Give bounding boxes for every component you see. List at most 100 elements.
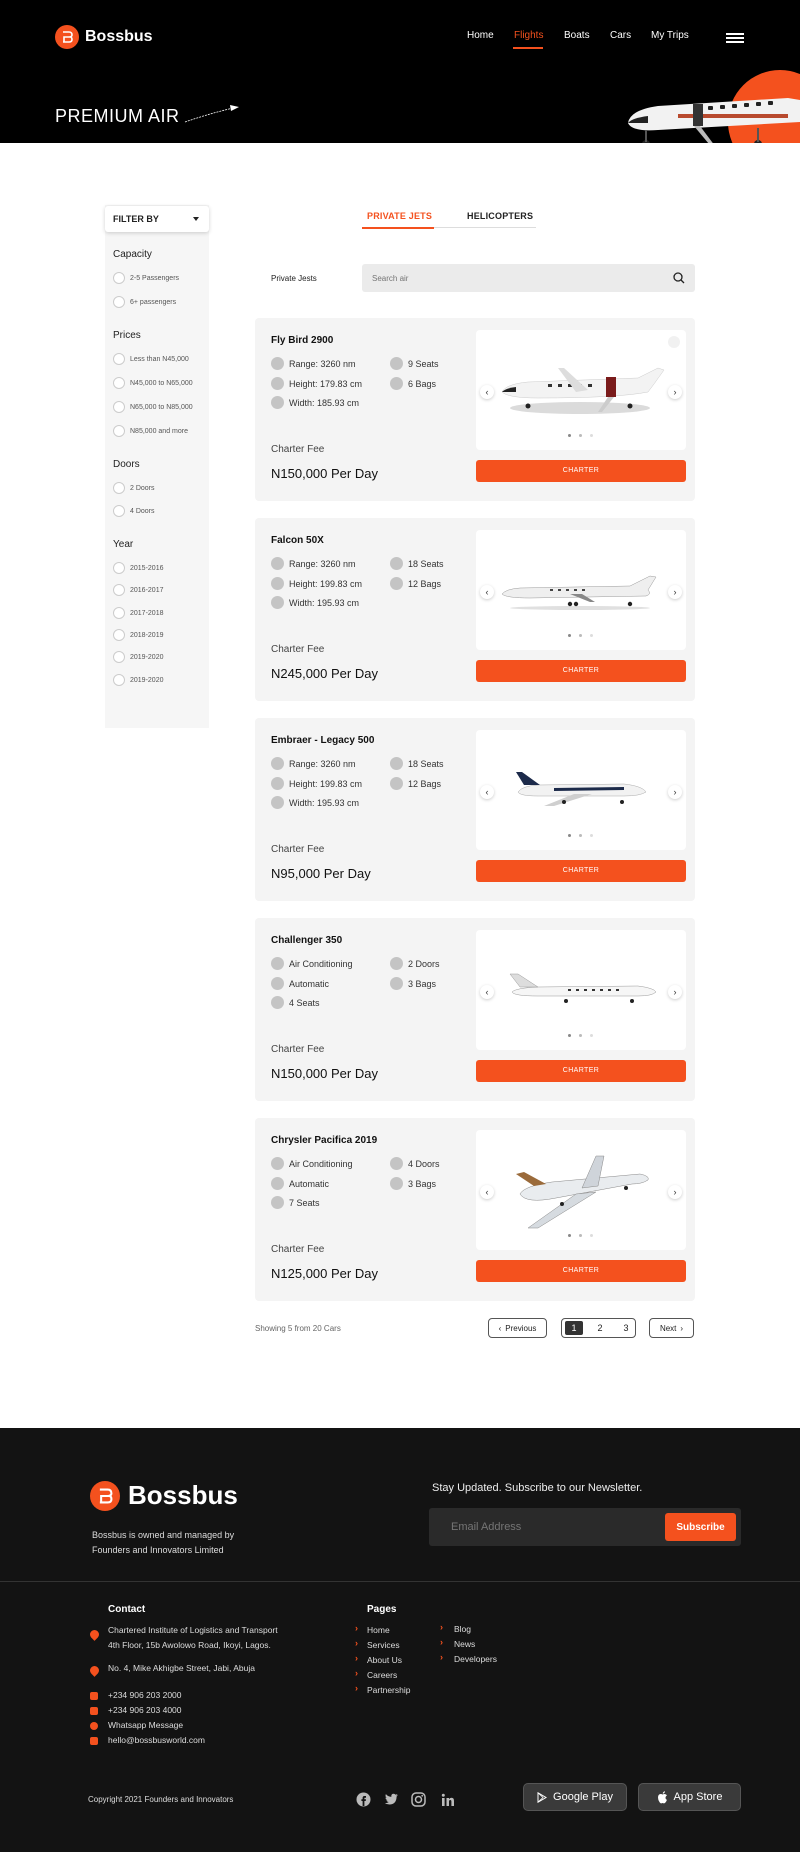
charter-button[interactable]: CHARTER [476, 460, 686, 482]
filter-option[interactable]: N65,000 to N85,000 [113, 401, 193, 413]
email-field[interactable] [451, 1518, 631, 1536]
filter-option[interactable]: 2016-2017 [113, 584, 163, 596]
tab-helicopters[interactable]: HELICOPTERS [467, 211, 533, 221]
chevron-right-icon: › [680, 1323, 684, 1333]
footer-link-developers[interactable]: Developers [454, 1654, 497, 1664]
radio-button[interactable] [113, 562, 125, 574]
subscribe-button[interactable]: Subscribe [665, 1513, 736, 1541]
site-header: Bossbus Home Flights Boats Cars My Trips… [0, 0, 800, 143]
carousel-next-icon[interactable]: › [668, 585, 682, 599]
radio-button[interactable] [113, 629, 125, 641]
brand-logo[interactable]: Bossbus [55, 25, 153, 49]
fee-label: Charter Fee [271, 1044, 325, 1055]
previous-page-button[interactable]: ‹ Previous [488, 1318, 547, 1338]
instagram-icon[interactable] [411, 1792, 426, 1807]
filter-option[interactable]: 2015-2016 [113, 562, 163, 574]
charter-button[interactable]: CHARTER [476, 860, 686, 882]
filter-heading-prices: Prices [113, 330, 141, 341]
fee-label: Charter Fee [271, 1244, 325, 1255]
carousel-prev-icon[interactable]: ‹ [480, 785, 494, 799]
footer-link-news[interactable]: News [454, 1639, 475, 1649]
radio-button[interactable] [113, 353, 125, 365]
carousel-next-icon[interactable]: › [668, 985, 682, 999]
filter-by-dropdown[interactable]: FILTER BY [105, 206, 209, 232]
filter-option[interactable]: 2018-2019 [113, 629, 163, 641]
carousel-prev-icon[interactable]: ‹ [480, 1185, 494, 1199]
nav-cars[interactable]: Cars [610, 30, 631, 41]
menu-icon[interactable] [726, 33, 744, 43]
filter-option[interactable]: 2019-2020 [113, 651, 163, 663]
twitter-icon[interactable] [384, 1792, 399, 1807]
filter-option[interactable]: N45,000 to N65,000 [113, 377, 193, 389]
footer-link-about[interactable]: About Us [367, 1655, 402, 1665]
feature-icon [271, 577, 284, 590]
footer-link-careers[interactable]: Careers [367, 1670, 397, 1680]
carousel-next-icon[interactable]: › [668, 785, 682, 799]
filter-option[interactable]: 4 Doors [113, 505, 155, 517]
page-number[interactable]: 2 [591, 1321, 609, 1335]
phone-1[interactable]: +234 906 203 2000 [108, 1688, 182, 1703]
footer-brand[interactable]: Bossbus [90, 1480, 238, 1511]
page-number[interactable]: 1 [565, 1321, 583, 1335]
filter-option[interactable]: 2019-2020 [113, 674, 163, 686]
footer-link-services[interactable]: Services [367, 1640, 400, 1650]
filter-option[interactable]: Less than N45,000 [113, 353, 189, 365]
charter-button[interactable]: CHARTER [476, 660, 686, 682]
feature-icon [271, 996, 284, 1009]
seat-icon [390, 757, 403, 770]
email-link[interactable]: hello@bossbusworld.com [108, 1733, 205, 1748]
facebook-icon[interactable] [356, 1792, 371, 1807]
paper-plane-trail-icon [184, 105, 239, 123]
carousel-dots [568, 1234, 593, 1237]
filter-option[interactable]: 2-5 Passengers [113, 272, 179, 284]
filter-option[interactable]: 2017-2018 [113, 607, 163, 619]
footer-link-partnership[interactable]: Partnership [367, 1685, 410, 1695]
filter-option[interactable]: 2 Doors [113, 482, 155, 494]
listing-feature: 2 Doors [390, 957, 440, 970]
nav-home[interactable]: Home [467, 30, 494, 41]
radio-button[interactable] [113, 651, 125, 663]
radio-button[interactable] [113, 272, 125, 284]
next-page-button[interactable]: Next › [649, 1318, 694, 1338]
footer-divider [0, 1581, 800, 1582]
linkedin-icon[interactable] [440, 1792, 455, 1807]
nav-flights[interactable]: Flights [514, 30, 543, 41]
feature-icon [271, 1196, 284, 1209]
app-store-button[interactable]: App Store [638, 1783, 741, 1811]
fee-label: Charter Fee [271, 644, 325, 655]
footer-link-blog[interactable]: Blog [454, 1624, 471, 1634]
camera-icon[interactable] [668, 336, 680, 348]
carousel-prev-icon[interactable]: ‹ [480, 585, 494, 599]
radio-button[interactable] [113, 482, 125, 494]
footer-link-home[interactable]: Home [367, 1625, 390, 1635]
radio-button[interactable] [113, 425, 125, 437]
tab-private-jets[interactable]: PRIVATE JETS [367, 211, 432, 221]
radio-button[interactable] [113, 296, 125, 308]
search-input[interactable] [362, 264, 642, 292]
whatsapp-link[interactable]: Whatsapp Message [108, 1718, 183, 1733]
charter-button[interactable]: CHARTER [476, 1060, 686, 1082]
radio-button[interactable] [113, 607, 125, 619]
page-number[interactable]: 3 [617, 1321, 635, 1335]
carousel-prev-icon[interactable]: ‹ [480, 985, 494, 999]
search-icon[interactable] [673, 272, 685, 284]
nav-boats[interactable]: Boats [564, 30, 590, 41]
chevron-right-icon: › [355, 1683, 358, 1693]
charter-button[interactable]: CHARTER [476, 1260, 686, 1282]
feature-icon [271, 596, 284, 609]
radio-button[interactable] [113, 377, 125, 389]
feature-icon [271, 377, 284, 390]
radio-button[interactable] [113, 505, 125, 517]
filter-option[interactable]: N85,000 and more [113, 425, 188, 437]
phone-2[interactable]: +234 906 203 4000 [108, 1703, 182, 1718]
carousel-next-icon[interactable]: › [668, 385, 682, 399]
radio-button[interactable] [113, 401, 125, 413]
bag-icon [390, 977, 403, 990]
nav-my-trips[interactable]: My Trips [651, 30, 689, 41]
radio-button[interactable] [113, 674, 125, 686]
carousel-next-icon[interactable]: › [668, 1185, 682, 1199]
google-play-button[interactable]: Google Play [523, 1783, 627, 1811]
filter-option[interactable]: 6+ passengers [113, 296, 176, 308]
radio-button[interactable] [113, 584, 125, 596]
carousel-prev-icon[interactable]: ‹ [480, 385, 494, 399]
